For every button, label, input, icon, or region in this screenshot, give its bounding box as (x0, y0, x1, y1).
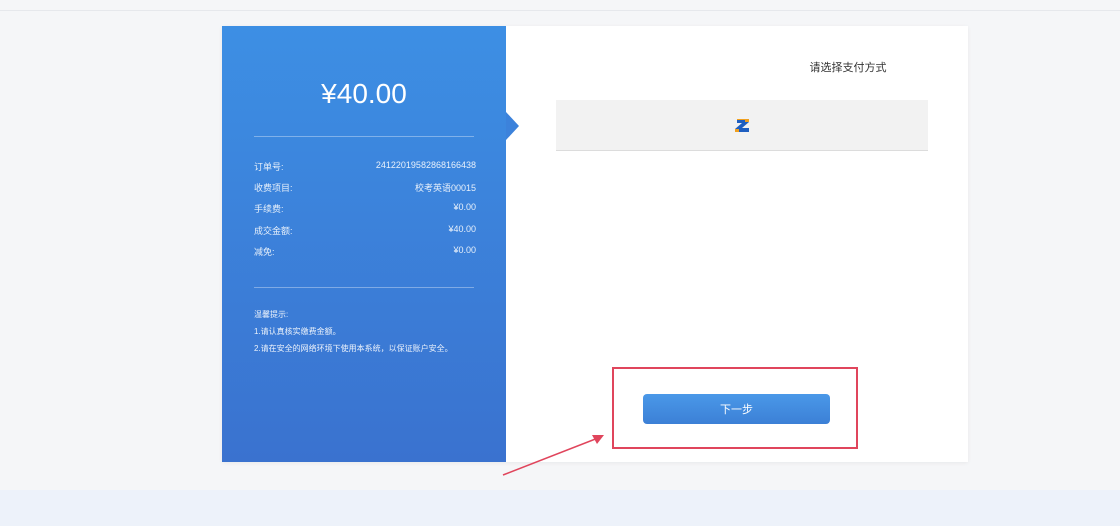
deal-amount-row: 成交金额: ¥40.00 (254, 224, 476, 240)
order-amount: ¥40.00 (321, 78, 407, 109)
footer-bar (0, 490, 1120, 526)
tips-title: 温馨提示: (254, 310, 289, 319)
summary-divider-top (254, 136, 474, 137)
payment-method-title: 请选择支付方式 (809, 62, 887, 74)
top-divider (0, 10, 1120, 11)
row-value: 校考英语00015 (414, 183, 476, 193)
panel-pointer (506, 112, 519, 140)
row-label: 成交金额: (254, 226, 293, 236)
row-value: ¥0.00 (453, 202, 476, 212)
discount-row: 减免: ¥0.00 (254, 245, 476, 261)
next-step-button[interactable]: 下一步 (643, 394, 830, 424)
tips-section: 温馨提示: 1.请认真核实缴费金额。 2.请在安全的网络环境下使用本系统，以保证… (254, 306, 484, 357)
fee-item-row: 收费项目: 校考英语00015 (254, 181, 476, 197)
order-number-row: 订单号: 24122019582868166438 (254, 160, 476, 176)
tip-item: 1.请认真核实缴费金额。 (254, 327, 341, 336)
row-value: 24122019582868166438 (375, 160, 476, 170)
row-value: ¥0.00 (453, 245, 476, 255)
row-value: ¥40.00 (448, 224, 476, 234)
payment-card: ¥40.00 订单号: 24122019582868166438 收费项目: 校… (222, 26, 968, 462)
row-label: 收费项目: (254, 183, 293, 193)
tip-item: 2.请在安全的网络环境下使用本系统，以保证账户安全。 (254, 344, 453, 353)
row-label: 订单号: (254, 162, 284, 172)
order-summary-panel: ¥40.00 订单号: 24122019582868166438 收费项目: 校… (222, 26, 506, 462)
summary-divider-bottom (254, 287, 474, 288)
service-fee-row: 手续费: ¥0.00 (254, 202, 476, 218)
row-label: 减免: (254, 247, 275, 257)
z-pay-logo-icon (735, 119, 749, 132)
payment-method-option[interactable] (556, 100, 928, 151)
row-label: 手续费: (254, 204, 284, 214)
